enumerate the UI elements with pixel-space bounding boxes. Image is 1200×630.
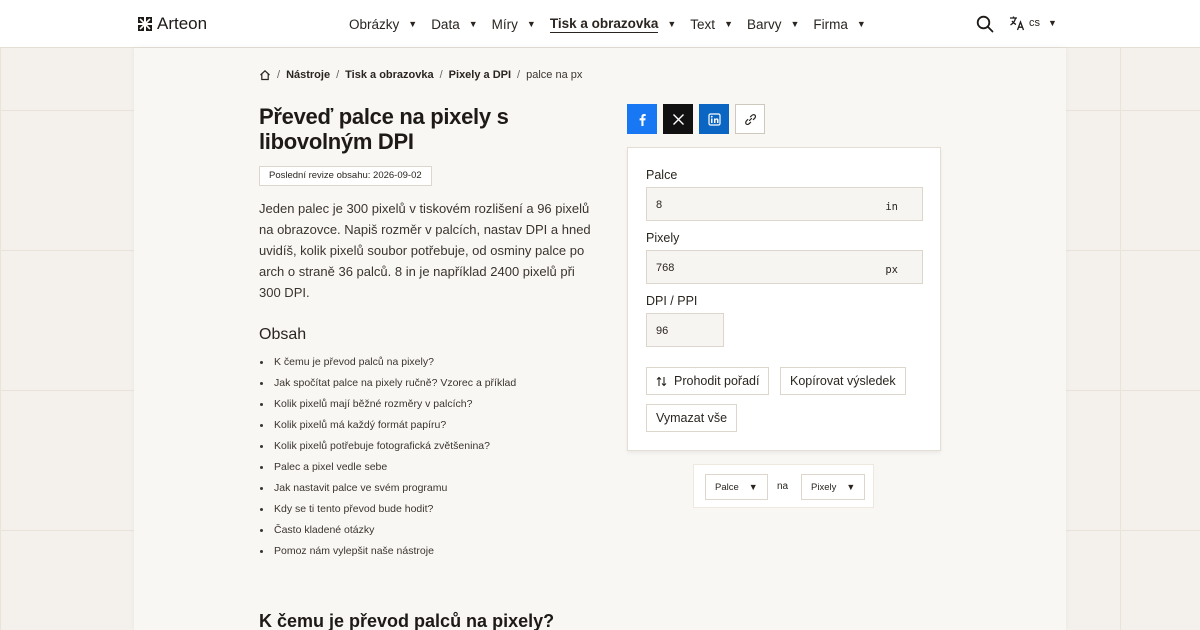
from-unit-value: Palce — [715, 481, 739, 493]
breadcrumb-item-tisk-a-obrazovka[interactable]: Tisk a obrazovka — [345, 69, 433, 81]
brand-logo-icon — [138, 17, 152, 31]
pixels-value: 768 — [656, 262, 675, 274]
revision-badge: Poslední revize obsahu: 2026-09-02 — [259, 166, 432, 186]
copy-link-button[interactable] — [735, 104, 765, 134]
nav-item-text[interactable]: Text ▼ — [690, 17, 733, 32]
caret-down-icon: ▼ — [468, 19, 478, 29]
top-navigation-bar: Arteon Obrázky ▼ Data ▼ Míry ▼ Tisk a ob… — [0, 0, 1200, 48]
toc-item[interactable]: Palec a pixel vedle sebe — [259, 457, 516, 478]
toc-item[interactable]: Často kladené otázky — [259, 520, 516, 541]
language-switcher[interactable]: cs ▼ — [1009, 15, 1057, 31]
toc-item[interactable]: Pomoz nám vylepšit naše nástroje — [259, 541, 516, 562]
share-facebook-button[interactable] — [627, 104, 657, 134]
to-unit-select[interactable]: Pixely ▼ — [801, 474, 866, 500]
from-unit-select[interactable]: Palce ▼ — [705, 474, 768, 500]
brand-name: Arteon — [157, 14, 208, 33]
nav-item-label: Data — [431, 16, 460, 32]
nav-item-tisk-a-obrazovka[interactable]: Tisk a obrazovka ▼ — [549, 15, 677, 33]
facebook-icon — [639, 113, 646, 126]
table-of-contents: K čemu je převod palců na pixely? Jak sp… — [259, 352, 516, 562]
nav-item-miry[interactable]: Míry ▼ — [492, 17, 536, 32]
unit-selector-bar: Palce ▼ na Pixely ▼ — [693, 464, 874, 508]
to-unit-value: Pixely — [811, 481, 837, 493]
nav-item-label: Tisk a obrazovka — [549, 15, 659, 33]
pixels-label: Pixely — [646, 231, 680, 245]
nav-item-barvy[interactable]: Barvy ▼ — [747, 17, 799, 32]
nav-item-data[interactable]: Data ▼ — [431, 17, 477, 32]
linkedin-icon — [707, 112, 721, 126]
clear-all-label: Vymazat vše — [656, 411, 728, 425]
copy-result-label: Kopírovat výsledek — [790, 374, 896, 388]
nav-item-firma[interactable]: Firma ▼ — [813, 17, 865, 32]
share-linkedin-button[interactable] — [699, 104, 729, 134]
language-code: cs — [1029, 17, 1040, 29]
page-title: Převeď palce na pixely s libovolným DPI — [259, 104, 509, 154]
caret-down-icon: ▼ — [856, 19, 866, 29]
caret-down-icon: ▼ — [790, 19, 800, 29]
toc-item[interactable]: Kolik pixelů mají běžné rozměry v palcíc… — [259, 394, 516, 415]
breadcrumb-separator: / — [336, 69, 340, 81]
nav-item-label: Obrázky — [349, 16, 400, 32]
clear-all-button[interactable]: Vymazat vše — [646, 404, 738, 432]
pixels-unit: px — [885, 264, 898, 276]
nav-item-label: Barvy — [746, 16, 782, 32]
inches-input[interactable]: 8 in — [646, 187, 923, 221]
breadcrumb-item-pixely-a-dpi[interactable]: Pixely a DPI — [449, 69, 511, 81]
converter-panel: Palce 8 in Pixely 768 px DPI / PPI 96 Pr… — [627, 147, 941, 451]
nav-item-label: Míry — [491, 16, 518, 32]
swap-icon — [656, 376, 667, 386]
swap-label: Prohodit pořadí — [674, 374, 760, 388]
section-heading: K čemu je převod palců na pixely? — [259, 611, 555, 630]
toc-item[interactable]: K čemu je převod palců na pixely? — [259, 352, 516, 373]
dpi-label: DPI / PPI — [646, 294, 698, 308]
breadcrumb-current: palce na px — [526, 69, 583, 81]
x-icon — [672, 113, 684, 125]
breadcrumb-separator: / — [439, 69, 443, 81]
copy-result-button[interactable]: Kopírovat výsledek — [780, 367, 906, 395]
pixels-input[interactable]: 768 px — [646, 250, 923, 284]
toc-item[interactable]: Kolik pixelů má každý formát papíru? — [259, 415, 516, 436]
brand-logo[interactable]: Arteon — [137, 14, 207, 34]
nav-item-label: Firma — [813, 16, 848, 32]
caret-down-icon: ▼ — [748, 482, 758, 492]
nav-item-obrazky[interactable]: Obrázky ▼ — [349, 17, 417, 32]
link-icon — [744, 113, 756, 125]
breadcrumb-separator: / — [277, 69, 281, 81]
breadcrumb: / Nástroje / Tisk a obrazovka / Pixely a… — [259, 69, 582, 81]
toc-item[interactable]: Kolik pixelů potřebuje fotografická zvět… — [259, 436, 516, 457]
share-buttons — [627, 104, 765, 134]
breadcrumb-item-nastroje[interactable]: Nástroje — [286, 69, 330, 81]
home-link[interactable] — [259, 69, 271, 81]
inches-label: Palce — [646, 168, 678, 182]
intro-paragraph: Jeden palec je 300 pixelů v tiskovém roz… — [259, 201, 591, 300]
caret-down-icon: ▼ — [724, 19, 733, 29]
caret-down-icon: ▼ — [1048, 18, 1057, 28]
search-icon — [976, 15, 994, 33]
caret-down-icon: ▼ — [526, 19, 536, 29]
toc-item[interactable]: Jak nastavit palce ve svém programu — [259, 478, 516, 499]
dpi-input[interactable]: 96 — [646, 313, 724, 347]
translate-icon — [1010, 16, 1025, 31]
home-icon — [260, 69, 270, 81]
toc-item[interactable]: Jak spočítat palce na pixely ručně? Vzor… — [259, 373, 516, 394]
nav-item-label: Text — [690, 16, 716, 32]
inches-unit: in — [885, 201, 898, 213]
toc-item[interactable]: Kdy se ti tento převod bude hodit? — [259, 499, 516, 520]
dpi-value: 96 — [656, 325, 669, 337]
breadcrumb-separator: / — [517, 69, 521, 81]
caret-down-icon: ▼ — [408, 19, 418, 29]
swap-button[interactable]: Prohodit pořadí — [646, 367, 770, 395]
inches-value: 8 — [656, 199, 663, 211]
toc-heading: Obsah — [259, 326, 307, 343]
caret-down-icon: ▼ — [846, 482, 856, 492]
share-x-button[interactable] — [663, 104, 693, 134]
search-button[interactable] — [976, 15, 994, 33]
unit-connector: na — [777, 481, 789, 492]
caret-down-icon: ▼ — [667, 19, 677, 29]
main-nav: Obrázky ▼ Data ▼ Míry ▼ Tisk a obrazovka… — [349, 0, 880, 48]
